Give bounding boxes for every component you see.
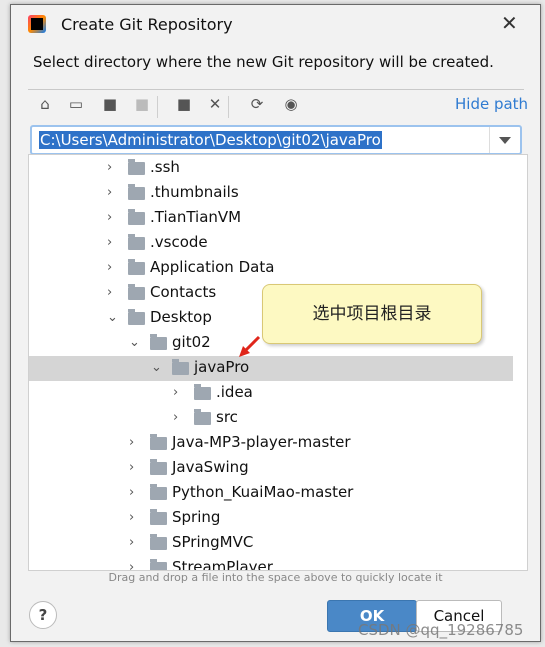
- tree-item[interactable]: › Application Data: [29, 256, 513, 281]
- tree-item[interactable]: › .thumbnails: [29, 181, 513, 206]
- chevron-right-icon[interactable]: ›: [107, 285, 112, 300]
- tree-item-label: git02: [172, 333, 211, 351]
- folder-icon: [128, 259, 145, 275]
- chevron-right-icon[interactable]: ›: [129, 435, 134, 450]
- tree-item-label: StreamPlayer: [172, 558, 273, 571]
- tree-item[interactable]: › JavaSwing: [29, 456, 513, 481]
- tree-item-label: SPringMVC: [172, 533, 254, 551]
- tree-item-label: src: [216, 408, 238, 426]
- folder-icon: [194, 409, 211, 425]
- red-arrow-icon: [239, 335, 261, 357]
- desktop-icon[interactable]: ▭: [66, 95, 86, 113]
- hide-path-link[interactable]: Hide path: [455, 95, 528, 113]
- dialog-description: Select directory where the new Git repos…: [33, 53, 494, 71]
- tree-item[interactable]: › .idea: [29, 381, 513, 406]
- intellij-logo-icon: [28, 15, 46, 33]
- tree-item-label: Application Data: [150, 258, 275, 276]
- separator: [228, 96, 229, 118]
- folder-icon: [128, 184, 145, 200]
- chevron-right-icon[interactable]: ›: [107, 235, 112, 250]
- tree-item-label: Contacts: [150, 283, 217, 301]
- drag-drop-hint: Drag and drop a file into the space abov…: [108, 571, 443, 584]
- chevron-right-icon[interactable]: ›: [129, 485, 134, 500]
- folder-icon: [150, 509, 167, 525]
- chevron-right-icon[interactable]: ›: [129, 560, 134, 570]
- tree-item[interactable]: › Python_KuaiMao-master: [29, 481, 513, 506]
- tree-item-label: .ssh: [150, 158, 180, 176]
- divider: [28, 89, 524, 90]
- module-folder-icon: ■: [134, 95, 150, 113]
- folder-icon: [194, 384, 211, 400]
- chevron-down-icon[interactable]: ⌄: [151, 360, 162, 375]
- directory-tree[interactable]: › StreamPlayer › SPringMVC › Spring › Python_Ku…: [28, 154, 528, 571]
- tree-item[interactable]: ⌄ javaPro: [29, 356, 513, 381]
- tree-item-label: Spring: [172, 508, 221, 526]
- chevron-right-icon[interactable]: ›: [107, 210, 112, 225]
- folder-icon: [128, 284, 145, 300]
- chevron-down-icon[interactable]: [489, 127, 520, 153]
- chevron-right-icon[interactable]: ›: [129, 460, 134, 475]
- refresh-icon[interactable]: ⟳: [247, 95, 267, 113]
- tree-item-label: Desktop: [150, 308, 212, 326]
- close-icon[interactable]: ✕: [501, 11, 518, 35]
- folder-icon: [150, 459, 167, 475]
- tree-item-label: .vscode: [150, 233, 208, 251]
- create-git-repository-dialog: Create Git Repository ✕ Select directory…: [10, 4, 541, 642]
- folder-icon: [150, 559, 167, 570]
- path-value: C:\Users\Administrator\Desktop\git02\jav…: [39, 131, 382, 149]
- folder-icon: [128, 209, 145, 225]
- folder-icon: [128, 159, 145, 175]
- chevron-down-icon[interactable]: ⌄: [129, 335, 140, 350]
- tree-item[interactable]: › Java-MP3-player-master: [29, 431, 513, 456]
- tree-item[interactable]: › StreamPlayer: [29, 556, 513, 571]
- tree-item[interactable]: › .ssh: [29, 156, 513, 181]
- tree-item-label: Java-MP3-player-master: [172, 433, 351, 451]
- folder-icon: [128, 234, 145, 250]
- help-button[interactable]: ?: [29, 601, 57, 629]
- show-hidden-icon[interactable]: ◉: [281, 95, 301, 113]
- folder-icon: [150, 484, 167, 500]
- project-folder-icon[interactable]: ■: [100, 95, 120, 113]
- annotation-callout: 选中项目根目录: [262, 284, 482, 344]
- chevron-right-icon[interactable]: ›: [107, 260, 112, 275]
- tree-item-label: javaPro: [194, 358, 250, 376]
- chevron-right-icon[interactable]: ›: [173, 410, 178, 425]
- chevron-right-icon[interactable]: ›: [129, 535, 134, 550]
- tree-item[interactable]: › SPringMVC: [29, 531, 513, 556]
- chevron-right-icon[interactable]: ›: [173, 385, 178, 400]
- chevron-right-icon[interactable]: ›: [107, 160, 112, 175]
- delete-icon[interactable]: ✕: [205, 95, 225, 113]
- chevron-down-icon[interactable]: ⌄: [107, 310, 118, 325]
- home-icon[interactable]: ⌂: [35, 95, 55, 113]
- tree-item[interactable]: › src: [29, 406, 513, 431]
- folder-icon: [172, 359, 189, 375]
- new-folder-icon[interactable]: ■: [174, 95, 194, 113]
- tree-item[interactable]: › .vscode: [29, 231, 513, 256]
- tree-item-label: .idea: [216, 383, 253, 401]
- folder-icon: [128, 309, 145, 325]
- tree-item-label: Python_KuaiMao-master: [172, 483, 354, 501]
- tree-item[interactable]: › Spring: [29, 506, 513, 531]
- folder-icon: [150, 434, 167, 450]
- tree-item-label: .TianTianVM: [150, 208, 242, 226]
- chevron-right-icon[interactable]: ›: [129, 510, 134, 525]
- tree-item-label: JavaSwing: [172, 458, 249, 476]
- folder-icon: [150, 534, 167, 550]
- dialog-title: Create Git Repository: [61, 15, 233, 34]
- tree-item-label: .thumbnails: [150, 183, 239, 201]
- separator: [157, 96, 158, 118]
- watermark: CSDN @qq_19286785: [358, 621, 524, 639]
- path-input[interactable]: C:\Users\Administrator\Desktop\git02\jav…: [30, 125, 522, 155]
- chevron-right-icon[interactable]: ›: [107, 185, 112, 200]
- tree-item[interactable]: › .TianTianVM: [29, 206, 513, 231]
- folder-icon: [150, 334, 167, 350]
